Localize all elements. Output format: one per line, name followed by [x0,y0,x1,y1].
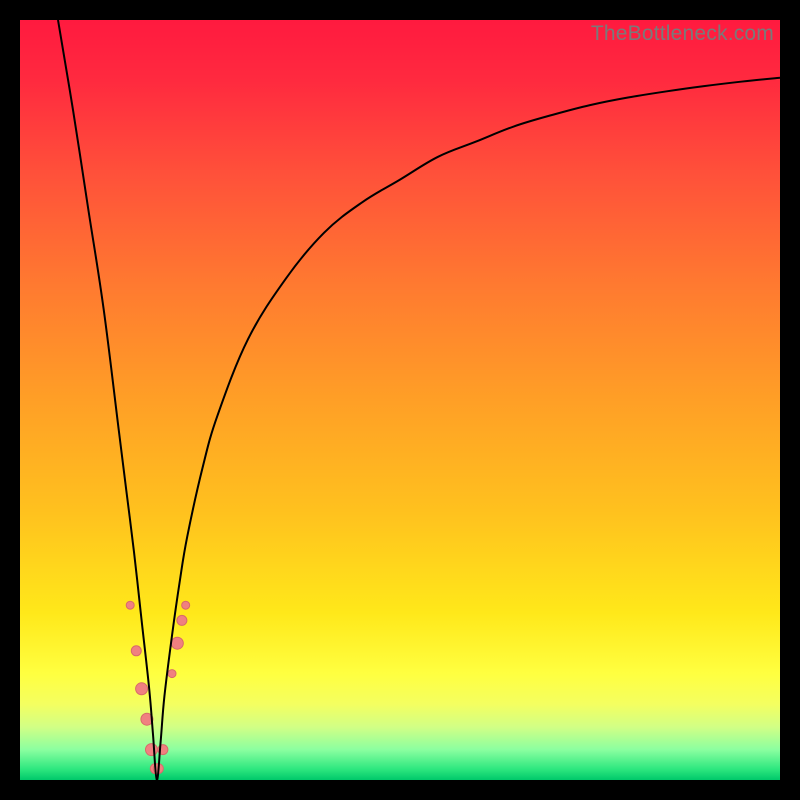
curve-layer [20,20,780,780]
data-marker [182,601,190,609]
data-markers [126,601,189,773]
data-marker [126,601,134,609]
data-marker [131,646,141,656]
data-marker [177,615,187,625]
watermark-text: TheBottleneck.com [591,22,774,46]
data-marker [171,637,183,649]
data-marker [168,670,176,678]
bottleneck-curve [58,20,780,780]
chart-frame: TheBottleneck.com [0,0,800,800]
data-marker [145,744,157,756]
plot-area: TheBottleneck.com [20,20,780,780]
data-marker [136,683,148,695]
